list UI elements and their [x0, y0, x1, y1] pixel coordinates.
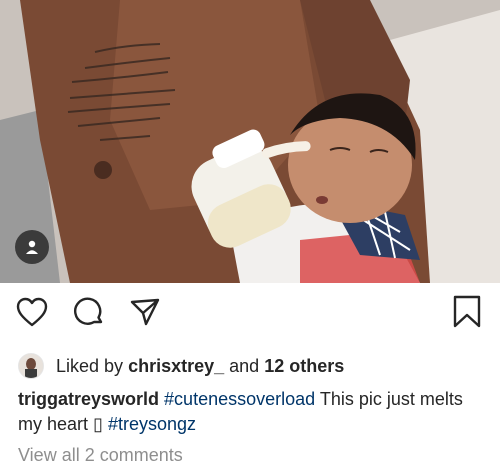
share-button[interactable] — [128, 297, 162, 331]
post-photo-illustration — [0, 0, 500, 283]
likes-summary: Liked by chrisxtrey_ and 12 others — [18, 351, 344, 381]
tagged-people-button[interactable] — [15, 230, 49, 264]
caption-username-link[interactable]: triggatreysworld — [18, 389, 159, 409]
post-photo[interactable] — [0, 0, 500, 283]
heart-icon — [16, 297, 48, 332]
likes-prefix: Liked by — [56, 355, 124, 376]
comment-button[interactable] — [72, 297, 106, 331]
liker-username-link[interactable]: chrisxtrey_ — [128, 356, 224, 377]
bookmark-icon — [452, 295, 482, 334]
comment-icon — [73, 296, 105, 333]
avatar[interactable] — [18, 353, 44, 379]
hashtag-link-cutenessoverload[interactable]: #cutenessoverload — [164, 389, 315, 409]
person-icon — [24, 239, 40, 255]
paper-plane-icon — [129, 296, 161, 333]
likes-others-link[interactable]: 12 others — [264, 356, 344, 377]
likes-connector: and — [229, 355, 260, 376]
save-button[interactable] — [450, 295, 484, 334]
like-button[interactable] — [15, 297, 49, 331]
hashtag-link-treysongz[interactable]: #treysongz — [108, 414, 196, 434]
post-action-bar — [0, 283, 500, 345]
caption-glyph: ▯ — [93, 414, 103, 434]
view-all-comments-link[interactable]: View all 2 comments — [18, 445, 183, 466]
post-caption: triggatreysworld #cutenessoverload This … — [18, 387, 488, 437]
